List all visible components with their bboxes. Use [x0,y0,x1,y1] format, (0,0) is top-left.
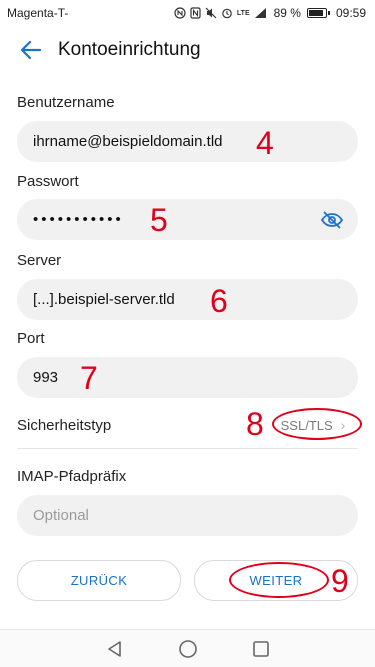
annotation-oval-security [272,408,362,440]
signal-icon [254,7,267,19]
clock: 09:59 [335,6,366,20]
annotation-marker-4: 4 [256,125,274,161]
annotation-marker-5: 5 [150,202,168,238]
annotation-marker-8: 8 [246,406,264,442]
nav-recents-icon[interactable] [249,637,273,661]
status-bar: Magenta-T- LTE 89 % 09:59 [0,0,375,26]
back-button[interactable] [8,28,52,72]
annotation-marker-9: 9 [331,563,349,599]
status-icons: LTE 89 % 09:59 [174,6,366,20]
server-label: Server [17,252,62,269]
back-step-label: ZURÜCK [70,573,128,588]
nfc-icon [174,7,186,19]
security-type-label: Sicherheitstyp [17,416,112,434]
password-label: Passwort [17,173,79,190]
annotation-marker-6: 6 [210,283,228,319]
eye-off-icon[interactable] [320,210,344,230]
nav-home-icon[interactable] [176,637,200,661]
app-bar: Kontoeinrichtung [0,26,375,74]
username-field[interactable]: ihrname@beispieldomain.tld [17,121,358,162]
system-nav-bar [0,629,375,667]
battery-icon [306,8,330,18]
password-field[interactable]: ••••••••••• [17,199,358,240]
port-label: Port [17,330,45,347]
password-value: ••••••••••• [33,211,124,228]
arrow-left-icon [20,40,41,60]
server-field[interactable]: [...].beispiel-server.tld [17,279,358,320]
port-field[interactable]: 993 [17,357,358,398]
mute-icon [205,7,217,19]
imap-prefix-placeholder: Optional [33,507,89,524]
annotation-oval-next [229,562,329,598]
username-label: Benutzername [17,94,115,111]
back-step-button[interactable]: ZURÜCK [17,560,181,601]
battery-percent: 89 % [273,6,301,20]
carrier-name: Magenta-T- [7,6,69,20]
lte-label: LTE [236,9,250,17]
alarm-icon [221,7,233,19]
page-title: Kontoeinrichtung [58,39,201,60]
annotation-marker-7: 7 [80,360,98,396]
nfc-n-icon [190,7,201,19]
username-value: ihrname@beispieldomain.tld [33,133,223,150]
port-value: 993 [33,369,59,386]
divider [17,448,358,449]
imap-prefix-field[interactable]: Optional [17,495,358,536]
nav-back-icon[interactable] [103,637,127,661]
battery-fill [308,10,323,16]
imap-prefix-label: IMAP-Pfadpräfix [17,468,127,485]
server-value: [...].beispiel-server.tld [33,291,175,308]
